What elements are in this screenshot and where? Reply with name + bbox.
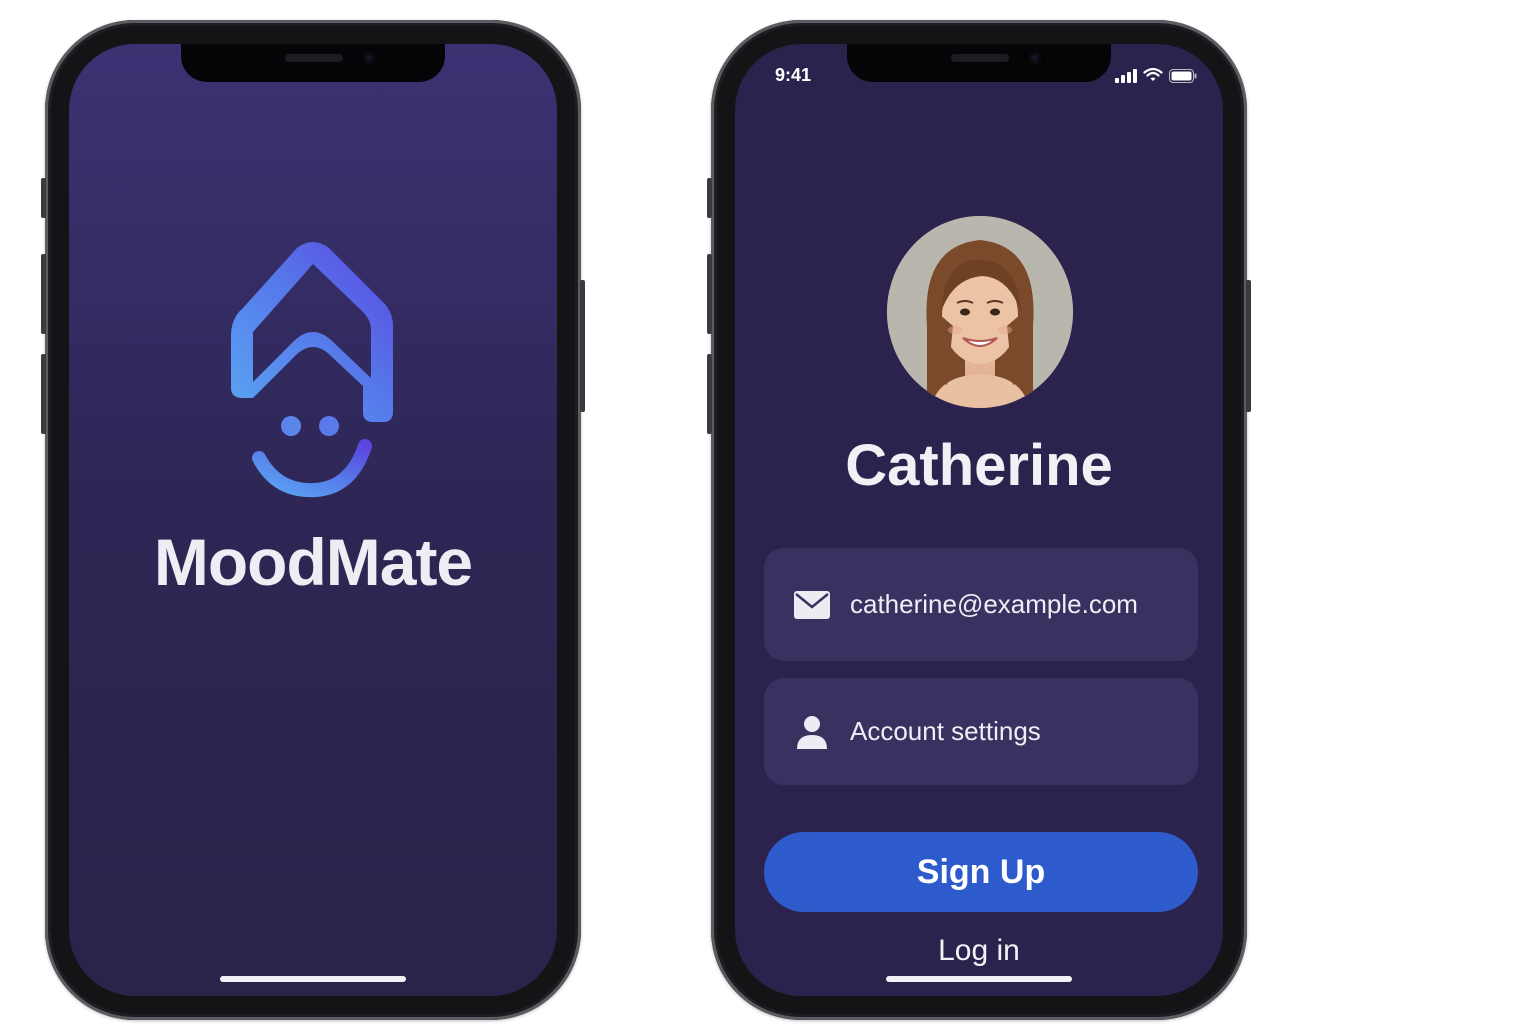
volume-up-button [41, 254, 46, 334]
signal-icon [1115, 68, 1137, 83]
user-name: Catherine [845, 433, 1113, 498]
battery-icon [1169, 68, 1197, 83]
app-name: MoodMate [153, 525, 473, 599]
phone-frame-splash: MoodMate [41, 20, 585, 1020]
volume-down-button [707, 354, 712, 434]
splash-screen: MoodMate [69, 44, 557, 996]
phone-frame-login: 9:41 Catherine catherine@example.com Acc… [707, 20, 1251, 1020]
moodmate-logo-icon [231, 242, 393, 498]
log-in-link[interactable]: Log in [735, 934, 1223, 968]
profile-photo [887, 216, 1073, 408]
volume-down-button [41, 354, 46, 434]
status-bar: 9:41 [735, 44, 1223, 85]
home-indicator [886, 976, 1072, 982]
email-field[interactable]: catherine@example.com [764, 548, 1198, 661]
notch [181, 44, 445, 82]
avatar [887, 216, 1073, 408]
account-settings-label: Account settings [850, 716, 1041, 746]
status-time: 9:41 [775, 65, 812, 85]
login-screen: 9:41 Catherine catherine@example.com Acc… [735, 44, 1223, 996]
sign-up-button[interactable]: Sign Up [764, 832, 1198, 912]
email-value: catherine@example.com [850, 589, 1138, 619]
mute-switch [41, 178, 46, 218]
mail-icon [792, 585, 832, 625]
volume-up-button [707, 254, 712, 334]
wifi-icon [1143, 68, 1163, 81]
mute-switch [707, 178, 712, 218]
power-button [1246, 280, 1251, 412]
account-settings-row[interactable]: Account settings [764, 678, 1198, 785]
power-button [580, 280, 585, 412]
person-icon [792, 712, 832, 752]
home-indicator [220, 976, 406, 982]
